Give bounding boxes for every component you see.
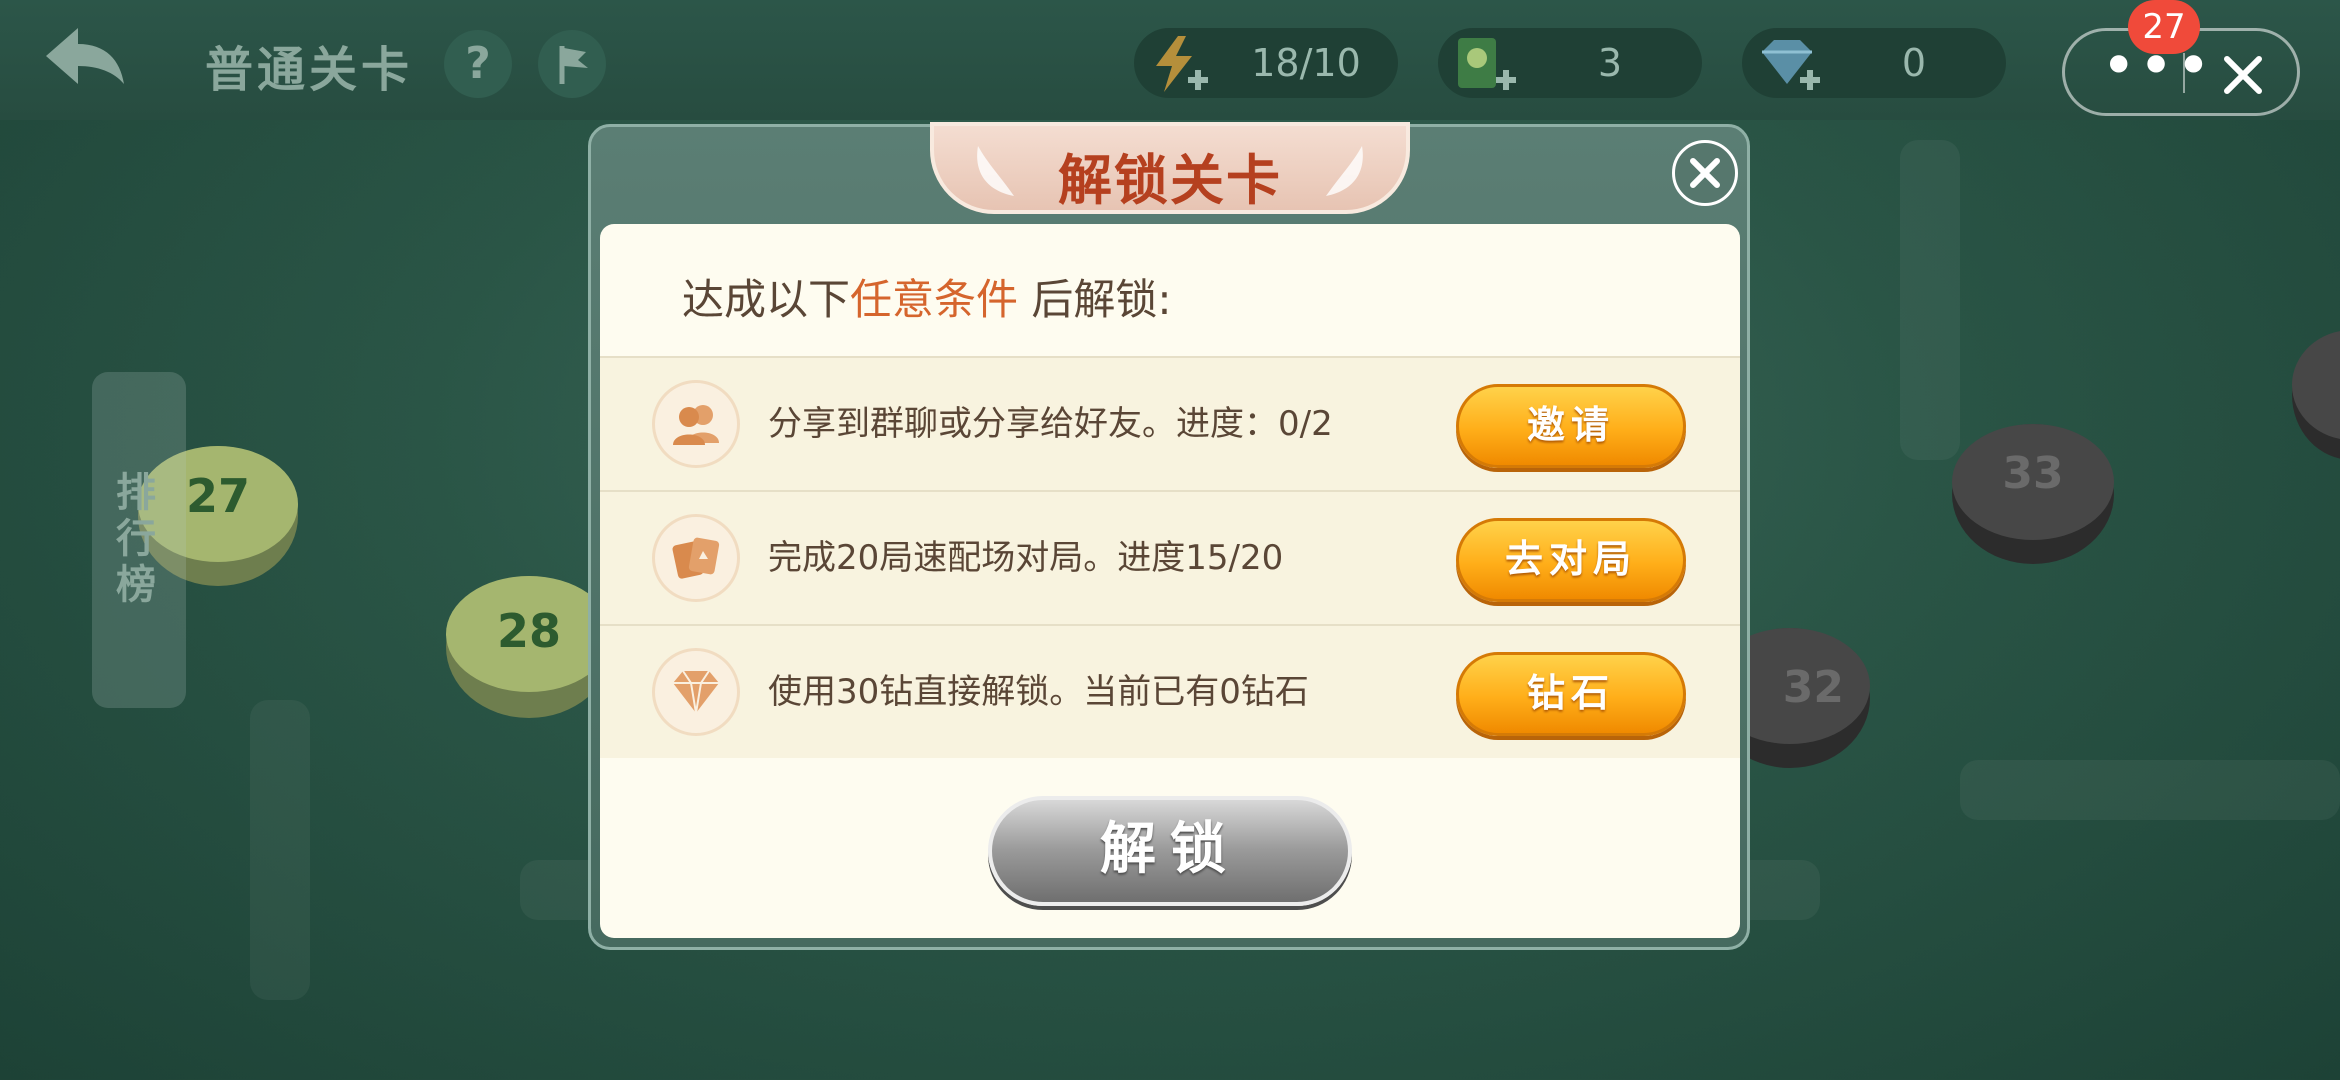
- hint-card-plus-icon: [1458, 38, 1516, 90]
- diamond-unlock-button[interactable]: 钻石: [1456, 652, 1686, 736]
- notification-badge: 27: [2128, 0, 2200, 54]
- level-node-33[interactable]: 33: [1952, 424, 2114, 564]
- background-track: [1960, 760, 2340, 820]
- background-track: [1900, 140, 1960, 460]
- condition-text: 完成20局速配场对局。进度15/20: [768, 538, 1284, 578]
- header-highlight: 任意条件: [850, 275, 1019, 324]
- condition-row-matches: 完成20局速配场对局。进度15/20 去对局: [600, 490, 1740, 624]
- invite-button[interactable]: 邀请: [1456, 384, 1686, 468]
- diamond-glyph: [673, 670, 719, 714]
- cards-glyph: [672, 537, 720, 579]
- cards-icon: [652, 514, 740, 602]
- diamond-plus-icon: [1762, 40, 1820, 90]
- unlock-conditions-header: 达成以下任意条件 后解锁:: [682, 266, 1172, 327]
- header-prefix: 达成以下: [682, 275, 851, 324]
- condition-text: 使用30钻直接解锁。当前已有0钻石: [768, 672, 1309, 712]
- flag-icon: [559, 46, 588, 84]
- ranking-label: 排行榜: [116, 470, 156, 608]
- close-app-icon[interactable]: [2213, 45, 2273, 105]
- hint-counter[interactable]: 3: [1438, 28, 1702, 98]
- more-options-icon[interactable]: •••: [2101, 36, 2211, 96]
- diamond-counter[interactable]: 0: [1742, 28, 2006, 98]
- diamond-icon: [652, 648, 740, 736]
- go-play-button[interactable]: 去对局: [1456, 518, 1686, 602]
- level-number: 33: [1952, 424, 2114, 540]
- dialog-close-button[interactable]: [1672, 140, 1738, 206]
- dialog-title: 解锁关卡: [1058, 149, 1282, 212]
- background-track: [250, 700, 310, 1000]
- help-icon[interactable]: ?: [444, 30, 512, 98]
- flag-button[interactable]: [538, 30, 606, 98]
- condition-row-diamonds: 使用30钻直接解锁。当前已有0钻石 钻石: [600, 624, 1740, 758]
- condition-row-share: 分享到群聊或分享给好友。进度：0/2 邀请: [600, 356, 1740, 490]
- friends-glyph: [673, 405, 719, 445]
- page-title: 普通关卡: [205, 42, 414, 98]
- capsule-divider: [2183, 53, 2185, 93]
- close-icon: [1690, 158, 1720, 188]
- unlock-button[interactable]: 解锁: [988, 796, 1352, 906]
- level-node-top: [2292, 330, 2340, 440]
- dialog-title-ribbon: 解锁关卡: [930, 122, 1410, 214]
- back-arrow-icon[interactable]: [40, 22, 130, 92]
- condition-text: 分享到群聊或分享给好友。进度：0/2: [768, 404, 1333, 444]
- energy-value: 18/10: [1251, 41, 1361, 85]
- energy-counter[interactable]: 18/10: [1134, 28, 1398, 98]
- level-node-partial[interactable]: [2292, 330, 2340, 460]
- header-suffix: 后解锁:: [1031, 275, 1172, 324]
- diamond-value: 0: [1901, 41, 1927, 85]
- hint-value: 3: [1597, 41, 1623, 85]
- lightning-plus-icon: [1156, 36, 1208, 92]
- friends-icon: [652, 380, 740, 468]
